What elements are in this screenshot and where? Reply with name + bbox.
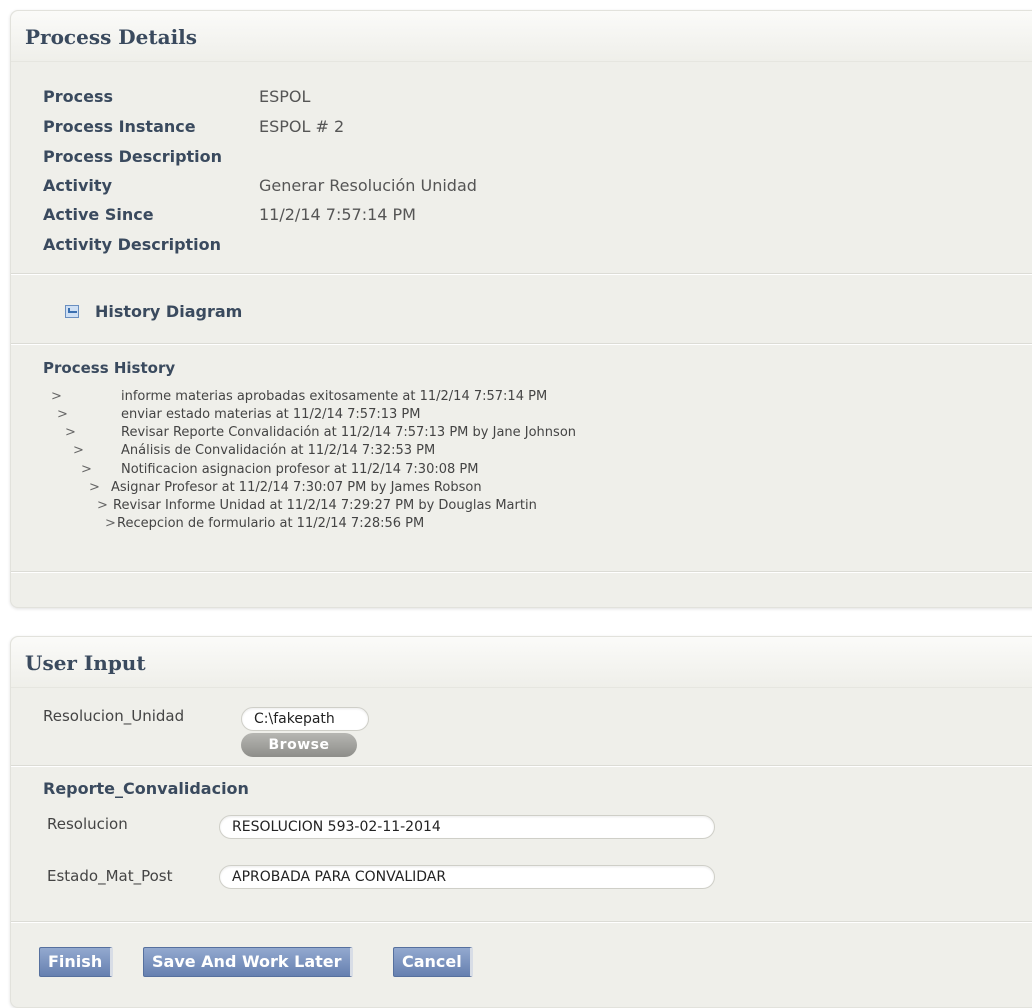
resolucion-label: Resolucion [47, 815, 128, 833]
estado-mat-post-input[interactable]: APROBADA PARA CONVALIDAR [219, 865, 715, 889]
chevron-right-icon: > [73, 443, 84, 458]
history-text: Asignar Profesor at 11/2/14 7:30:07 PM b… [111, 480, 482, 495]
history-text: Revisar Informe Unidad at 11/2/14 7:29:2… [113, 498, 537, 513]
process-details-header: Process Details [11, 11, 1032, 62]
divider [11, 273, 1032, 275]
divider [11, 921, 1032, 923]
estado-mat-post-label: Estado_Mat_Post [47, 867, 173, 885]
history-text: Revisar Reporte Convalidación at 11/2/14… [121, 425, 577, 440]
history-text: Recepcion de formulario at 11/2/14 7:28:… [117, 516, 425, 531]
chevron-right-icon: > [97, 498, 108, 513]
resolucion-unidad-label: Resolucion_Unidad [43, 707, 185, 725]
field-value: ESPOL # 2 [259, 117, 345, 136]
process-history-title: Process History [43, 359, 176, 377]
divider [11, 343, 1032, 345]
field-label: Process Instance [43, 117, 196, 136]
chevron-right-icon: > [81, 462, 92, 477]
browse-button[interactable]: Browse [241, 733, 357, 757]
history-diagram-label: History Diagram [95, 302, 243, 321]
history-text: enviar estado materias at 11/2/14 7:57:1… [121, 407, 421, 422]
field-label: Activity [43, 176, 112, 195]
resolucion-input[interactable]: RESOLUCION 593-02-11-2014 [219, 815, 715, 839]
divider [11, 571, 1032, 573]
finish-button[interactable]: Finish [39, 947, 114, 977]
diagram-icon [65, 305, 79, 318]
process-details-panel: Process Details Process ESPOL Process In… [10, 10, 1032, 608]
field-label: Process Description [43, 147, 223, 166]
save-and-work-later-button[interactable]: Save And Work Later [143, 947, 353, 977]
resolucion-unidad-file-field[interactable]: C:\fakepath [241, 707, 369, 731]
field-value: ESPOL [259, 87, 311, 106]
user-input-panel: User Input Resolucion_Unidad C:\fakepath… [10, 636, 1032, 1008]
field-label: Process [43, 87, 113, 106]
chevron-right-icon: > [51, 389, 62, 404]
chevron-right-icon: > [89, 480, 100, 495]
history-text: Notificacion asignacion profesor at 11/2… [121, 462, 479, 477]
chevron-right-icon: > [105, 516, 116, 531]
history-text: Análisis de Convalidación at 11/2/14 7:3… [121, 443, 436, 458]
reporte-convalidacion-title: Reporte_Convalidacion [43, 779, 249, 798]
field-label: Active Since [43, 205, 154, 224]
cancel-button[interactable]: Cancel [393, 947, 473, 977]
field-label: Activity Description [43, 235, 222, 254]
user-input-header: User Input [11, 637, 1032, 688]
history-diagram-link[interactable]: History Diagram [65, 301, 242, 323]
chevron-right-icon: > [57, 407, 68, 422]
field-value: 11/2/14 7:57:14 PM [259, 205, 416, 224]
divider [11, 765, 1032, 767]
chevron-right-icon: > [65, 425, 76, 440]
field-value: Generar Resolución Unidad [259, 176, 477, 195]
history-text: informe materias aprobadas exitosamente … [121, 389, 548, 404]
